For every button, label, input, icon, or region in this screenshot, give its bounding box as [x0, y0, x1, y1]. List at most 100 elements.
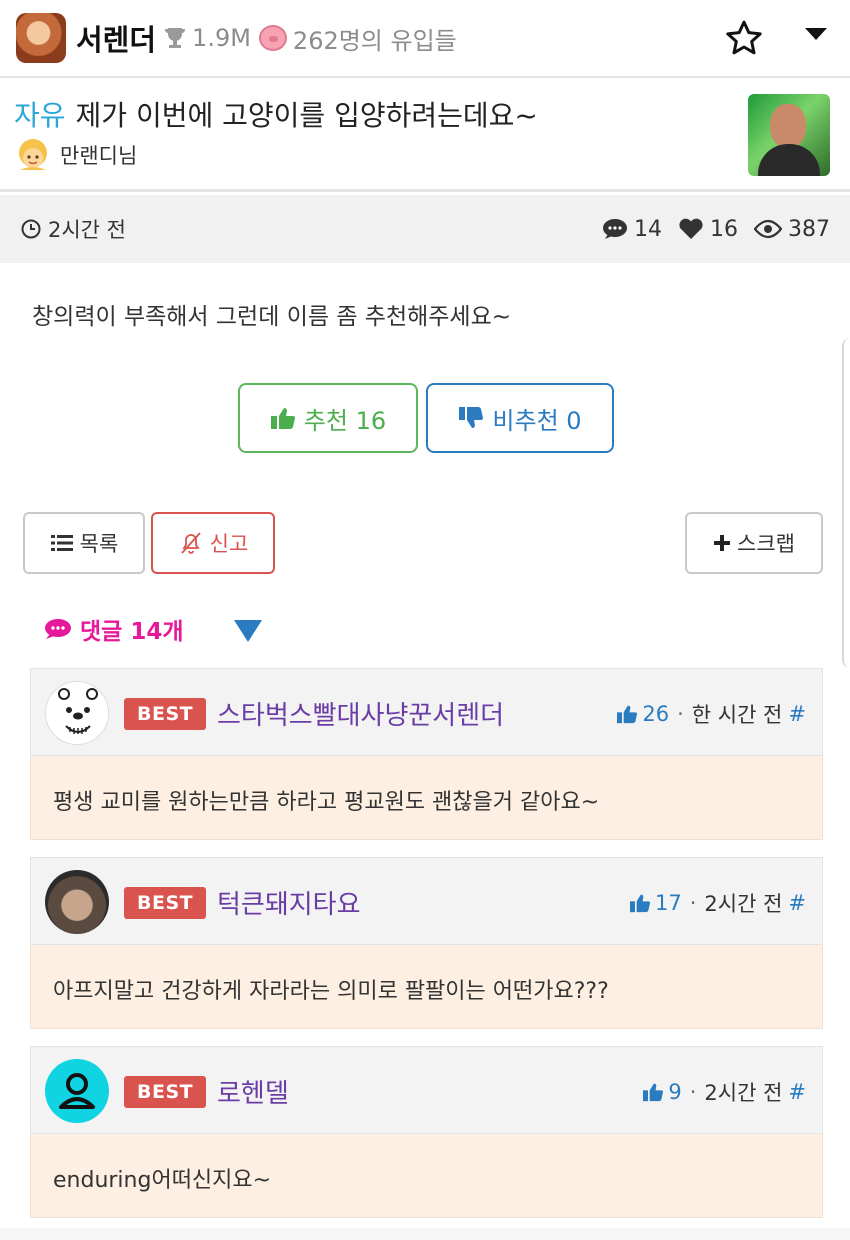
user-avatar-icon — [59, 1073, 95, 1109]
commenter-name[interactable]: 턱큰돼지타요 — [217, 884, 361, 921]
comment-like-count: 26 — [642, 702, 670, 726]
post-stats-bar: 2시간 전 14 16 387 — [0, 195, 850, 263]
post-body: 창의력이 부족해서 그런데 이름 좀 추천해주세요~ 추천 16 비추천 0 — [0, 263, 850, 495]
thumbs-up-icon — [629, 894, 650, 913]
comment-text: enduring어떠신지요~ — [53, 1168, 272, 1193]
thumbs-up-icon — [270, 408, 295, 429]
comment-like-count: 17 — [654, 891, 682, 915]
comment-likes[interactable]: 17 — [629, 891, 682, 915]
comment-item: BEST 턱큰돼지타요 17 · 2시간 전 # 아프지말고 건강하게 자라라는… — [30, 857, 823, 1029]
bell-slash-icon — [181, 532, 201, 554]
pig-icon — [258, 25, 287, 51]
separator-dot: · — [677, 702, 684, 726]
post-stats: 14 16 387 — [586, 217, 830, 242]
commenter-avatar[interactable] — [45, 870, 109, 934]
comment-count: 14 — [634, 216, 662, 242]
comment-permalink[interactable]: # — [788, 702, 806, 726]
upvote-label: 추천 16 — [303, 406, 387, 435]
caret-down-icon[interactable] — [805, 28, 827, 40]
list-icon — [50, 535, 73, 551]
comment-header: BEST 로헨델 9 · 2시간 전 # — [30, 1046, 823, 1134]
commenter-name[interactable]: 로헨델 — [217, 1073, 289, 1110]
author-row[interactable]: 만랜디님 — [14, 136, 137, 174]
comment-body: enduring어떠신지요~ — [30, 1134, 823, 1218]
comment-stat: 14 — [602, 217, 662, 242]
comment-bubble-icon — [45, 619, 71, 639]
author-thumbnail[interactable] — [748, 94, 830, 176]
report-label: 신고 — [209, 532, 249, 556]
page-bottom-edge — [0, 1228, 850, 1240]
comment-icon — [603, 219, 627, 239]
comments-toggle-icon[interactable] — [234, 620, 262, 642]
downvote-button[interactable]: 비추천 0 — [426, 383, 614, 453]
downvote-label: 비추천 0 — [492, 406, 582, 435]
trophy-count: 1.9M — [192, 24, 251, 52]
comment-permalink[interactable]: # — [788, 891, 806, 915]
comment-header: BEST 스타벅스빨대사냥꾼서렌더 26 · 한 시간 전 # — [30, 668, 823, 756]
comment-meta: 26 · 한 시간 전 # — [616, 699, 806, 729]
trophy-stat: 1.9M — [164, 24, 251, 52]
like-count: 16 — [710, 216, 738, 242]
best-badge: BEST — [124, 1076, 207, 1108]
post-title-block: 자유 제가 이번에 고양이를 입양하려는데요~ 만랜디님 — [0, 80, 850, 192]
board-avatar[interactable] — [16, 13, 66, 63]
separator-dot: · — [689, 1080, 697, 1104]
visitor-count: 262명의 유입들 — [292, 26, 457, 55]
report-button[interactable]: 신고 — [151, 512, 275, 574]
scrap-button[interactable]: 스크랩 — [685, 512, 823, 574]
post-title-text: 제가 이번에 고양이를 입양하려는데요~ — [75, 99, 538, 132]
comment-time: 한 시간 전 — [691, 703, 783, 727]
like-stat: 16 — [678, 217, 738, 242]
best-badge: BEST — [124, 887, 207, 919]
list-label: 목록 — [79, 532, 119, 556]
post-time-text: 2시간 전 — [48, 218, 126, 242]
comment-text: 아프지말고 건강하게 자라라는 의미로 팔팔이는 어떤가요??? — [53, 979, 609, 1004]
comment-item: BEST 스타벅스빨대사냥꾼서렌더 26 · 한 시간 전 # 평생 교미를 원… — [30, 668, 823, 840]
upvote-button[interactable]: 추천 16 — [238, 383, 418, 453]
comment-meta: 9 · 2시간 전 # — [642, 1077, 806, 1107]
post-title: 자유 제가 이번에 고양이를 입양하려는데요~ — [14, 94, 538, 134]
plus-icon — [714, 535, 731, 551]
thumbs-down-icon — [459, 407, 484, 428]
trophy-icon — [165, 28, 186, 48]
comment-meta: 17 · 2시간 전 # — [629, 888, 806, 918]
comment-body: 평생 교미를 원하는만큼 하라고 평교원도 괜찮을거 같아요~ — [30, 756, 823, 840]
board-header: 서렌더 1.9M 262명의 유입들 — [0, 0, 850, 78]
commenter-avatar[interactable] — [45, 681, 109, 745]
post-time: 2시간 전 — [20, 214, 126, 244]
view-count: 387 — [788, 216, 830, 242]
post-category[interactable]: 자유 — [14, 99, 66, 132]
comment-permalink[interactable]: # — [788, 1080, 806, 1104]
visitor-stat: 262명의 유입들 — [258, 21, 457, 56]
comment-time: 2시간 전 — [704, 1081, 783, 1105]
comment-likes[interactable]: 26 — [616, 702, 669, 726]
scroll-indicator[interactable] — [842, 338, 850, 668]
post-body-text: 창의력이 부족해서 그런데 이름 좀 추천해주세요~ — [32, 304, 512, 330]
comment-text: 평생 교미를 원하는만큼 하라고 평교원도 괜찮을거 같아요~ — [53, 790, 600, 815]
comments-count-label: 댓글 14개 — [80, 619, 184, 645]
view-stat: 387 — [754, 217, 830, 242]
comment-like-count: 9 — [668, 1080, 682, 1104]
best-badge: BEST — [124, 698, 207, 730]
bear-avatar-icon — [47, 683, 108, 744]
star-icon[interactable] — [724, 18, 764, 58]
eye-icon — [754, 219, 782, 239]
commenter-avatar[interactable] — [45, 1059, 109, 1123]
author-emoji-icon — [19, 139, 47, 170]
comment-header: BEST 턱큰돼지타요 17 · 2시간 전 # — [30, 857, 823, 945]
comments-header: 댓글 14개 — [44, 612, 184, 646]
comment-body: 아프지말고 건강하게 자라라는 의미로 팔팔이는 어떤가요??? — [30, 945, 823, 1029]
commenter-name[interactable]: 스타벅스빨대사냥꾼서렌더 — [217, 695, 504, 732]
author-name[interactable]: 만랜디님 — [60, 140, 137, 170]
heart-icon — [679, 218, 703, 239]
comment-item: BEST 로헨델 9 · 2시간 전 # enduring어떠신지요~ — [30, 1046, 823, 1218]
thumbs-up-icon — [643, 1083, 664, 1102]
scrap-label: 스크랩 — [737, 532, 795, 556]
board-name[interactable]: 서렌더 — [76, 17, 156, 59]
thumbs-up-icon — [617, 705, 638, 724]
comment-likes[interactable]: 9 — [642, 1080, 682, 1104]
clock-icon — [21, 219, 41, 239]
list-button[interactable]: 목록 — [23, 512, 145, 574]
separator-dot: · — [689, 891, 697, 915]
comment-time: 2시간 전 — [704, 892, 783, 916]
